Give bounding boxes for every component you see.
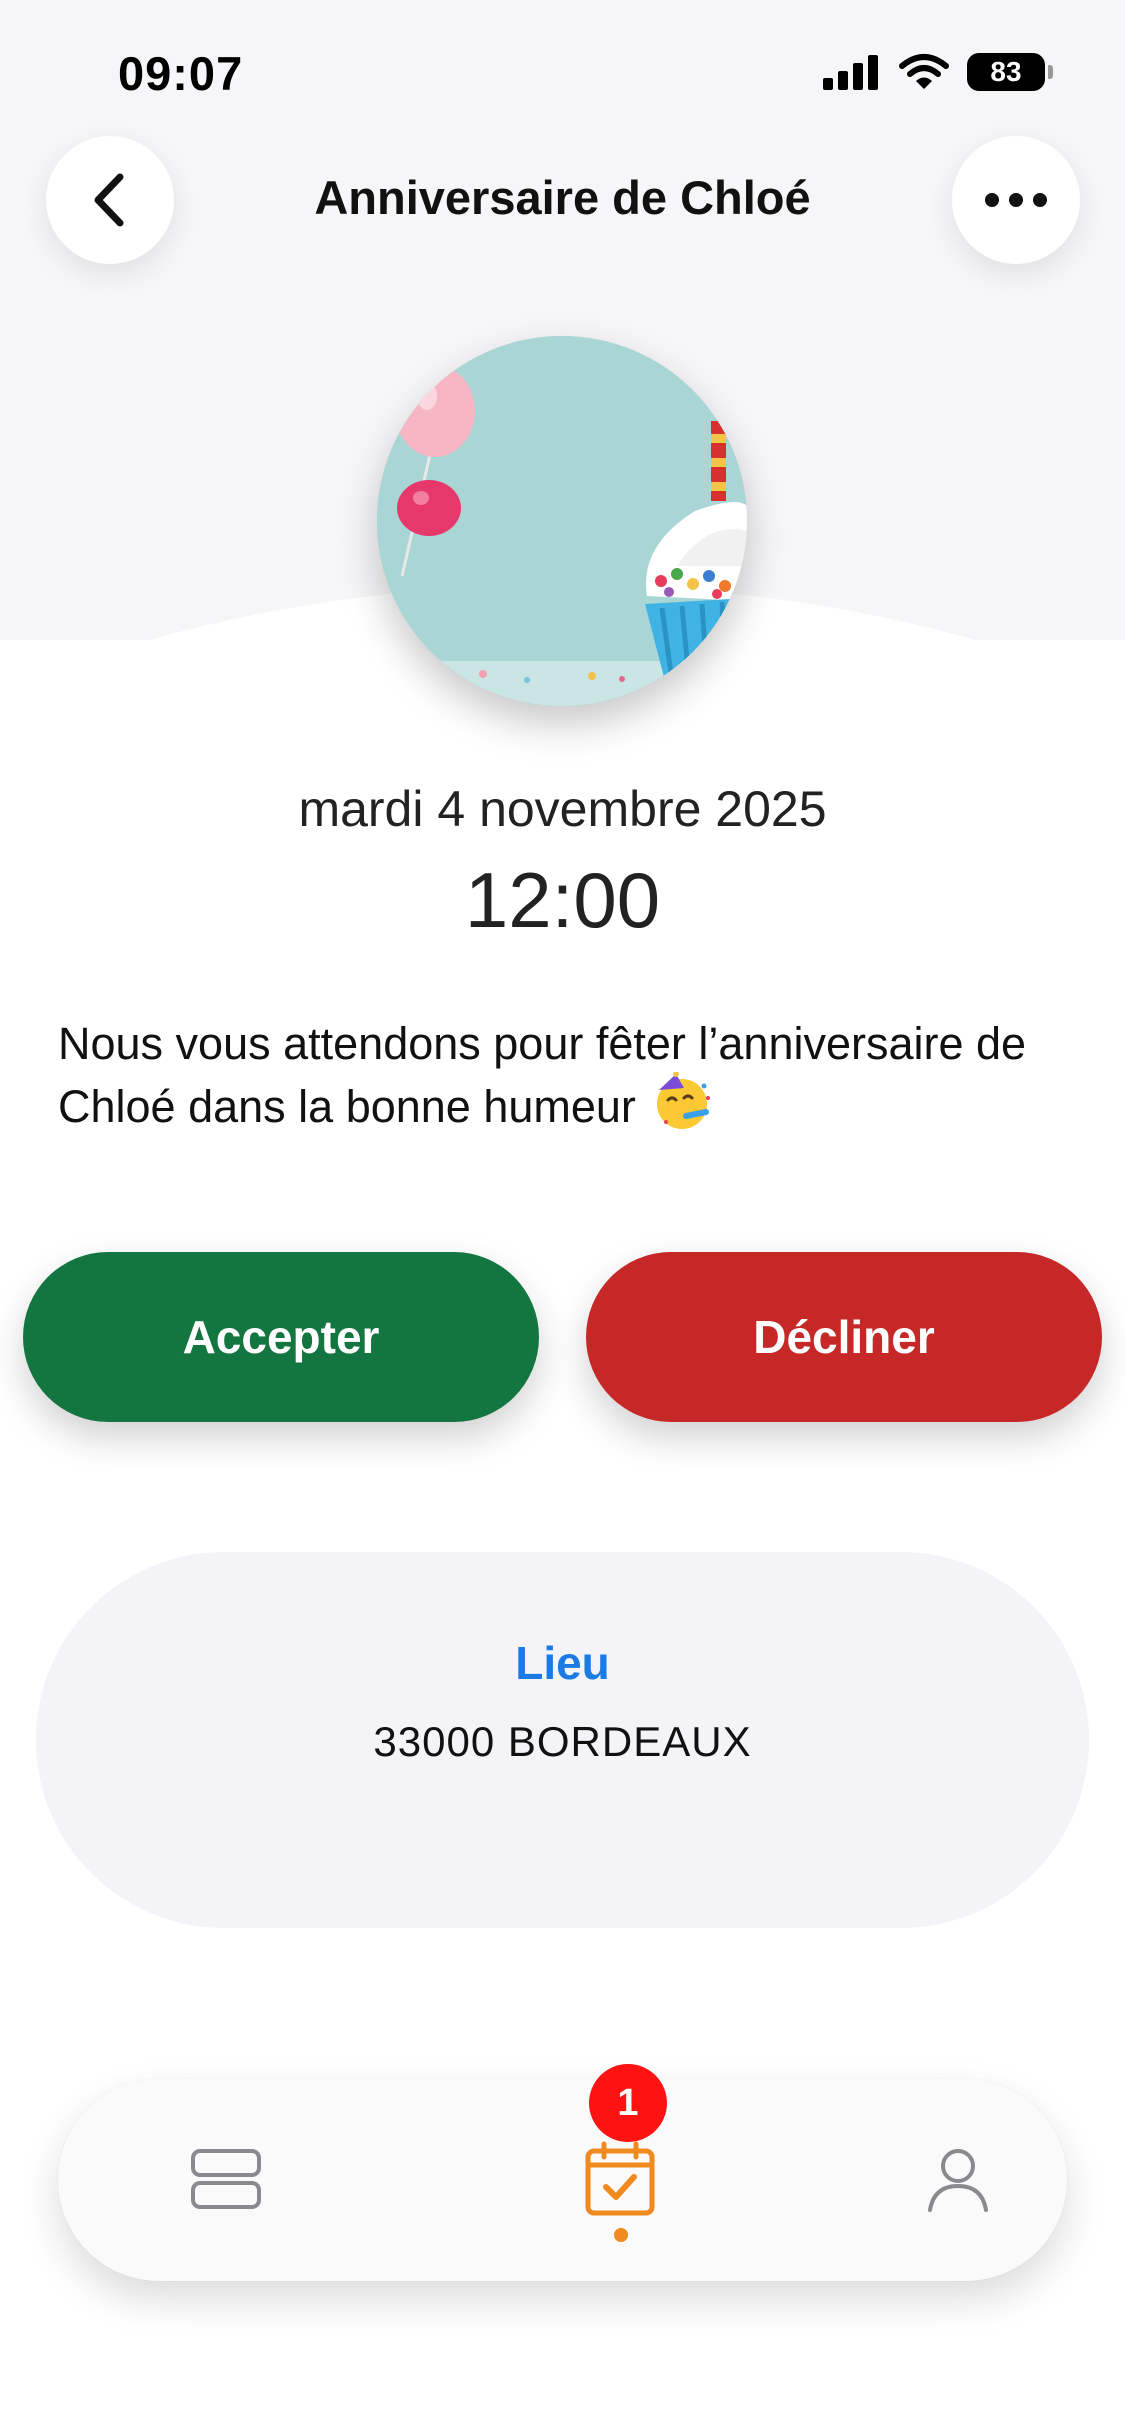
event-image bbox=[377, 336, 747, 706]
feed-icon bbox=[191, 2149, 261, 2209]
calendar-check-icon bbox=[585, 2141, 655, 2216]
event-time: 12:00 bbox=[464, 856, 661, 944]
more-options-button[interactable] bbox=[952, 136, 1080, 264]
decline-button[interactable]: Décliner bbox=[586, 1252, 1102, 1422]
battery-indicator: 83 bbox=[967, 53, 1053, 91]
bottom-tab-bar bbox=[58, 2079, 1067, 2281]
place-card[interactable]: Lieu 33000 BORDEAUX bbox=[36, 1552, 1089, 1928]
accept-button[interactable]: Accepter bbox=[23, 1252, 539, 1422]
signal-icon bbox=[823, 55, 878, 90]
status-icons: 83 bbox=[823, 52, 1053, 92]
party-face-icon bbox=[654, 1071, 714, 1145]
active-tab-indicator bbox=[614, 2228, 628, 2242]
tab-feed[interactable] bbox=[156, 2109, 296, 2249]
event-description-text: Nous vous attendons pour fêter l’anniver… bbox=[58, 1018, 1027, 1132]
wifi-icon bbox=[899, 54, 949, 89]
profile-icon bbox=[928, 2149, 988, 2212]
status-bar: 09:07 83 bbox=[0, 0, 1125, 140]
birthday-cupcake-illustration bbox=[377, 336, 747, 706]
tab-profile[interactable] bbox=[888, 2109, 1028, 2249]
event-detail-screen: 09:07 83 Anniversaire de Chloé mardi 4 n… bbox=[0, 0, 1125, 2436]
status-time: 09:07 bbox=[118, 47, 244, 100]
back-button[interactable] bbox=[46, 136, 174, 264]
more-horizontal-icon bbox=[985, 193, 1047, 207]
page-title: Anniversaire de Chloé bbox=[314, 171, 811, 224]
place-value: 33000 BORDEAUX bbox=[373, 1718, 752, 1765]
event-date: mardi 4 novembre 2025 bbox=[298, 781, 827, 837]
event-description: Nous vous attendons pour fêter l’anniver… bbox=[58, 1016, 1058, 1145]
chevron-left-icon bbox=[94, 173, 124, 227]
place-title: Lieu bbox=[515, 1637, 610, 1689]
notification-badge: 1 bbox=[589, 2064, 667, 2142]
